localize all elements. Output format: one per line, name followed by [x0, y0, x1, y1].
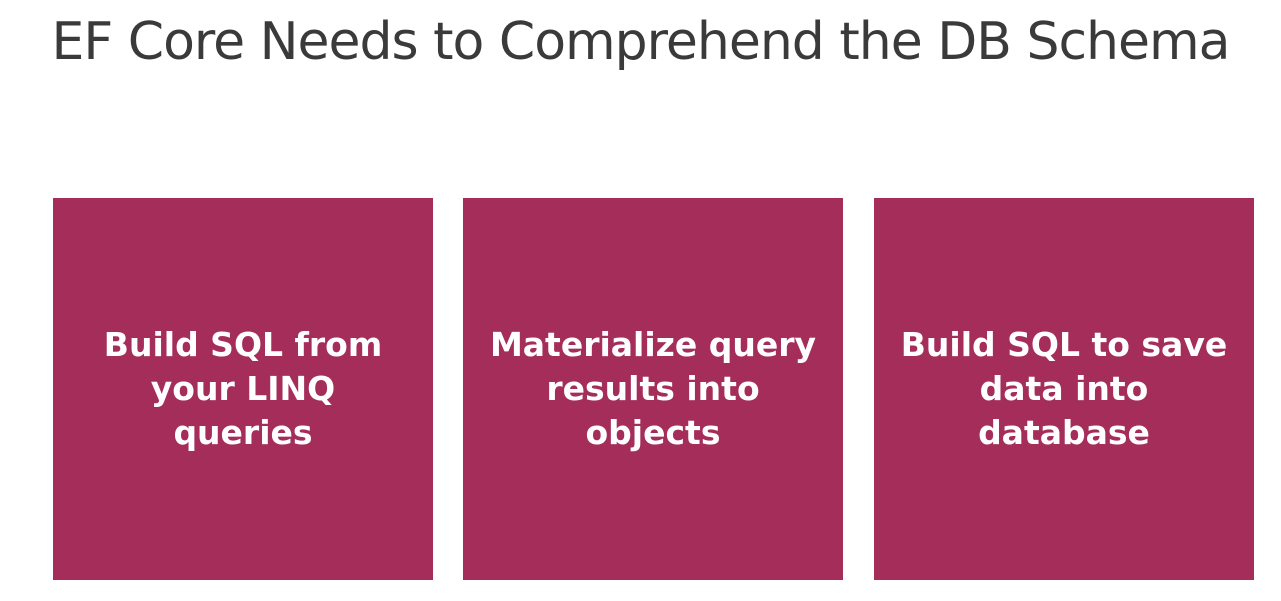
slide-title: EF Core Needs to Comprehend the DB Schem…: [51, 12, 1230, 72]
box-label: Build SQL from your LINQ queries: [103, 325, 383, 452]
box-label: Build SQL to save data into database: [900, 325, 1228, 452]
box-build-sql-to-save: Build SQL to save data into database: [874, 198, 1254, 580]
box-label: Materialize query results into objects: [489, 325, 817, 452]
slide: EF Core Needs to Comprehend the DB Schem…: [0, 0, 1281, 601]
box-build-sql-from-linq: Build SQL from your LINQ queries: [53, 198, 433, 580]
box-materialize-query-results: Materialize query results into objects: [463, 198, 843, 580]
